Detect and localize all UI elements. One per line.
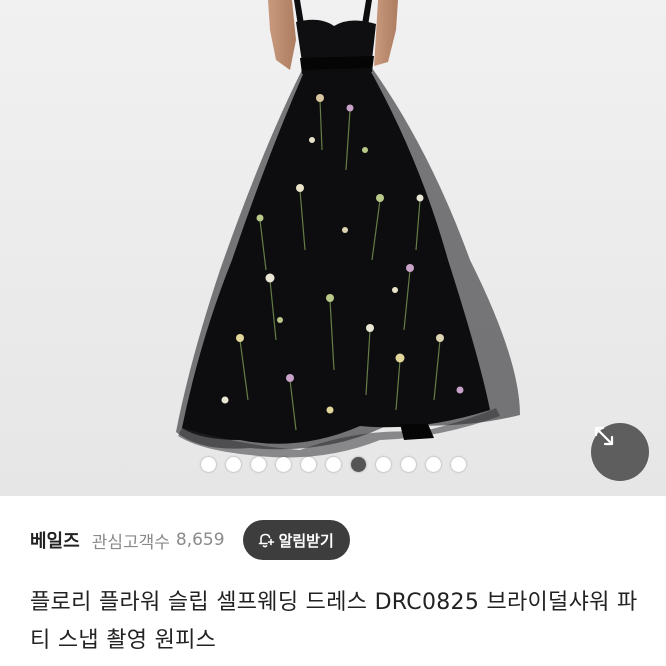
page-dot[interactable]	[250, 456, 266, 472]
page-dot[interactable]	[300, 456, 316, 472]
product-image-carousel[interactable]	[0, 0, 666, 496]
page-dot-active[interactable]	[350, 456, 366, 472]
favorite-customers-count: 8,659	[175, 530, 225, 550]
carousel-page-indicator[interactable]	[0, 456, 666, 472]
store-info-row: 베일즈 관심고객수 8,659 알림받기	[30, 518, 640, 562]
product-title: 플로리 플라워 슬립 셀프웨딩 드레스 DRC0825 브라이덜샤워 파티 스냅…	[30, 590, 638, 653]
page-dot[interactable]	[375, 456, 391, 472]
page-dot[interactable]	[450, 456, 466, 472]
page-dot[interactable]	[325, 456, 341, 472]
notify-button-label: 알림받기	[278, 531, 334, 550]
dress-photo	[0, 0, 666, 496]
page-dot[interactable]	[200, 456, 216, 472]
page-dot[interactable]	[425, 456, 441, 472]
bell-plus-icon	[258, 533, 274, 548]
expand-arrows-icon	[594, 426, 614, 446]
page-dot[interactable]	[225, 456, 241, 472]
expand-image-button[interactable]	[591, 423, 649, 481]
page-dot[interactable]	[400, 456, 416, 472]
store-name[interactable]: 베일즈	[30, 527, 80, 553]
page-dot[interactable]	[275, 456, 291, 472]
notify-button[interactable]: 알림받기	[242, 520, 350, 560]
favorite-customers-label: 관심고객수	[91, 532, 170, 553]
